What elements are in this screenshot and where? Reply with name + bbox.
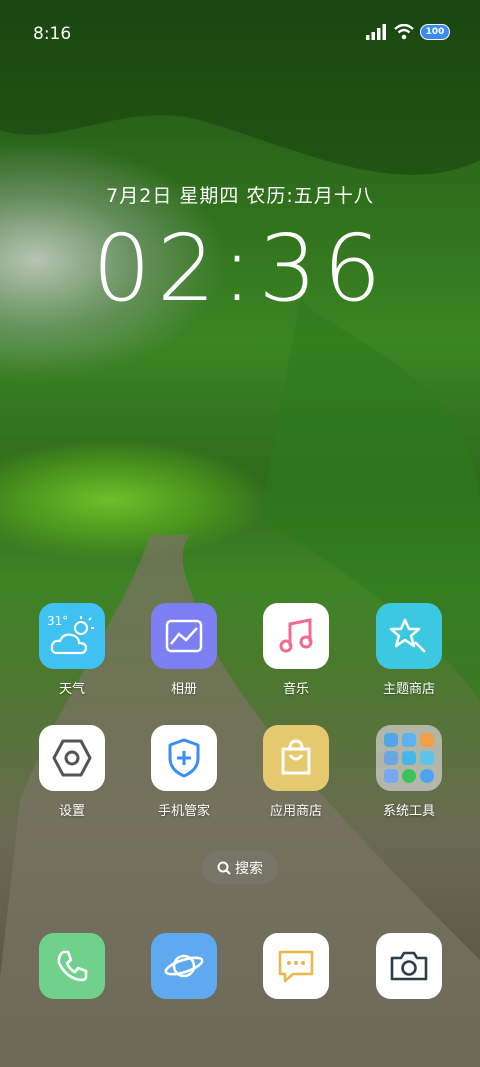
phone-icon bbox=[39, 933, 105, 999]
app-label: 系统工具 bbox=[382, 804, 435, 819]
phone-manager-icon bbox=[151, 725, 217, 791]
gallery-icon bbox=[151, 603, 217, 669]
theme-store-icon bbox=[376, 603, 442, 669]
signal-icon bbox=[366, 24, 386, 40]
home-screen: 8:16 100 7月2日 星期四 农历:五月十八 02:36 31° 天气 相… bbox=[0, 0, 480, 1067]
dock-camera[interactable] bbox=[364, 933, 454, 999]
weather-icon: 31° bbox=[39, 603, 105, 669]
wallpaper bbox=[0, 0, 480, 1067]
app-settings[interactable]: 设置 bbox=[27, 725, 117, 819]
date-line: 7月2日 星期四 农历:五月十八 bbox=[106, 185, 374, 207]
app-label: 相册 bbox=[170, 682, 197, 697]
dock-phone[interactable] bbox=[27, 933, 117, 999]
app-weather[interactable]: 31° 天气 bbox=[27, 603, 117, 697]
app-music[interactable]: 音乐 bbox=[251, 603, 341, 697]
status-bar: 8:16 100 bbox=[0, 0, 480, 66]
app-theme-store[interactable]: 主题商店 bbox=[364, 603, 454, 697]
app-label: 设置 bbox=[58, 804, 85, 819]
app-store[interactable]: 应用商店 bbox=[251, 725, 341, 819]
app-system-tools-folder[interactable]: 系统工具 bbox=[364, 725, 454, 819]
system-tools-folder-icon bbox=[376, 725, 442, 791]
dock-messages[interactable] bbox=[251, 933, 341, 999]
battery-indicator: 100 bbox=[420, 24, 450, 40]
music-icon bbox=[263, 603, 329, 669]
app-label: 音乐 bbox=[282, 682, 309, 697]
dock-browser[interactable] bbox=[139, 933, 229, 999]
messages-icon bbox=[263, 933, 329, 999]
weather-temp: 31° bbox=[47, 614, 68, 628]
app-label: 天气 bbox=[58, 682, 85, 697]
app-label: 主题商店 bbox=[382, 682, 435, 697]
app-phone-manager[interactable]: 手机管家 bbox=[139, 725, 229, 819]
browser-icon bbox=[151, 933, 217, 999]
app-gallery[interactable]: 相册 bbox=[139, 603, 229, 697]
search-icon bbox=[217, 861, 231, 875]
status-time: 8:16 bbox=[33, 24, 72, 44]
app-label: 应用商店 bbox=[269, 804, 322, 819]
status-icons: 100 bbox=[366, 24, 450, 40]
clock-widget[interactable]: 02:36 bbox=[0, 215, 480, 322]
wifi-icon bbox=[394, 24, 414, 40]
search-button[interactable]: 搜索 bbox=[202, 851, 278, 884]
app-label: 手机管家 bbox=[157, 804, 210, 819]
search-label: 搜索 bbox=[235, 860, 263, 877]
app-store-icon bbox=[263, 725, 329, 791]
camera-icon bbox=[376, 933, 442, 999]
settings-icon bbox=[39, 725, 105, 791]
